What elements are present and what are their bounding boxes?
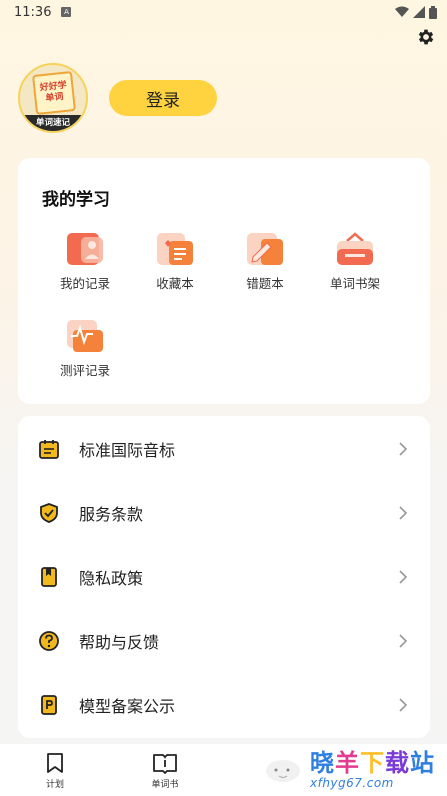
menu-item-help-feedback[interactable]: 帮助与反馈: [18, 609, 430, 673]
chevron-right-icon: [399, 634, 408, 648]
chevron-right-icon: [399, 570, 408, 584]
mistakes-icon: [247, 233, 283, 265]
assessment-icon: [67, 320, 103, 352]
avatar-banner: 单词速记: [20, 115, 86, 131]
tab-label: 计划: [45, 780, 64, 790]
study-item-label: 单词书架: [329, 276, 380, 291]
menu-item-privacy-policy[interactable]: 隐私政策: [18, 545, 430, 609]
signal-icon: [413, 6, 425, 18]
avatar-text-line2: 单词: [45, 92, 64, 104]
tab-plan[interactable]: 计划: [0, 744, 110, 796]
study-item-label: 我的记录: [59, 276, 110, 291]
settings-menu: 标准国际音标 服务条款 隐私政策 帮助与反馈 模型备案公示: [18, 416, 430, 738]
wifi-icon: [395, 6, 409, 17]
watermark: 晓羊下载站 xfhyg67.com: [262, 744, 447, 796]
help-icon: [39, 631, 59, 651]
menu-item-label: 隐私政策: [79, 569, 144, 588]
study-item-label: 错题本: [246, 276, 284, 291]
chevron-right-icon: [399, 506, 408, 520]
study-item-label: 测评记录: [59, 363, 110, 378]
settings-button[interactable]: [414, 25, 438, 49]
study-item-my-records[interactable]: 我的记录: [40, 231, 130, 301]
avatar[interactable]: 好好学 单词 单词速记: [18, 63, 88, 133]
plan-icon: [47, 753, 63, 773]
shield-icon: [40, 503, 58, 523]
study-item-label: 收藏本: [156, 276, 194, 291]
menu-item-model-filing[interactable]: 模型备案公示: [18, 673, 430, 737]
menu-item-label: 帮助与反馈: [79, 633, 160, 652]
study-item-mistakes[interactable]: 错题本: [220, 231, 310, 301]
sim-icon: A: [61, 7, 72, 17]
record-icon: [67, 233, 103, 265]
menu-item-terms-of-service[interactable]: 服务条款: [18, 481, 430, 545]
battery-icon: [429, 5, 437, 19]
study-item-favorites[interactable]: 收藏本: [130, 231, 220, 301]
calendar-icon: [39, 440, 59, 459]
menu-item-label: 标准国际音标: [79, 441, 176, 460]
favorites-icon: [157, 233, 193, 265]
menu-item-phonetics[interactable]: 标准国际音标: [18, 417, 430, 481]
menu-item-label: 服务条款: [79, 505, 144, 524]
status-bar: 11:36 A: [0, 0, 447, 24]
status-time: 11:36: [14, 4, 52, 20]
my-study-title: 我的学习: [42, 190, 110, 210]
sheep-logo-icon: [266, 760, 300, 782]
watermark-title: 晓羊下载站: [310, 749, 435, 777]
document-icon: [41, 695, 57, 715]
study-item-assessment-records[interactable]: 测评记录: [40, 318, 130, 388]
avatar-logo: 好好学 单词: [32, 71, 76, 115]
bookshelf-icon: [337, 232, 373, 265]
watermark-url: xfhyg67.com: [310, 776, 394, 790]
wordbook-icon: [153, 754, 177, 774]
menu-item-label: 模型备案公示: [79, 697, 176, 716]
tab-wordbook[interactable]: 单词书: [110, 744, 220, 796]
tab-label: 单词书: [151, 780, 179, 790]
bookmark-icon: [41, 567, 57, 587]
chevron-right-icon: [399, 698, 408, 712]
gear-icon: [418, 29, 434, 45]
study-item-bookshelf[interactable]: 单词书架: [310, 231, 400, 301]
chevron-right-icon: [399, 442, 408, 456]
login-button[interactable]: 登录: [109, 80, 217, 116]
my-study-card: 我的学习 我的记录 收藏本 错题本 单词书架 测评记录: [18, 158, 430, 404]
